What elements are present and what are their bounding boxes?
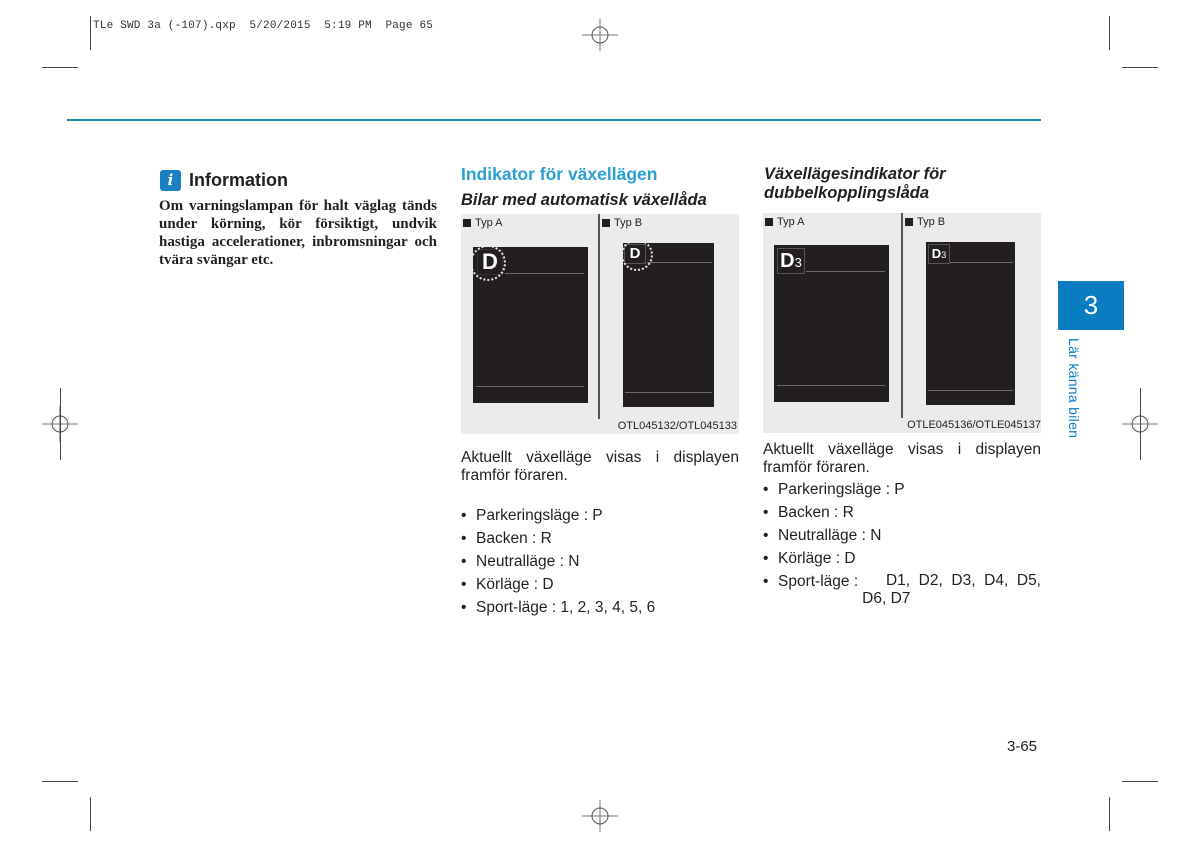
gear-list-automatic: Parkeringsläge : P Backen : R Neutralläg… [461, 504, 739, 619]
figure-label-typ-b: Typ B [905, 216, 945, 228]
display-line [625, 392, 712, 393]
info-icon: i [160, 170, 181, 191]
square-bullet-icon [463, 219, 471, 227]
list-item: Parkeringsläge : P [763, 478, 1041, 501]
list-item: Körläge : D [461, 573, 739, 596]
crop-mark [1122, 781, 1158, 782]
crop-mark [42, 67, 78, 68]
gear-list-dct: Parkeringsläge : P Backen : R Neutralläg… [763, 478, 1041, 608]
list-item: Neutralläge : N [763, 524, 1041, 547]
cluster-display-typ-b: D [621, 239, 714, 407]
square-bullet-icon [905, 218, 913, 226]
section-title: Indikator för växellägen [461, 164, 658, 184]
gear-number: 3 [941, 250, 947, 260]
info-body: Om varningslampan för halt väglag tänds … [159, 198, 437, 268]
list-item: Backen : R [763, 501, 1041, 524]
display-line [476, 386, 584, 387]
crop-mark [1122, 67, 1158, 68]
sport-label: Sport-läge : [778, 573, 859, 590]
figure-automatic: Typ A Typ B D D OTL045132/OTL045133 [461, 214, 739, 434]
subsection-title-automatic: Bilar med automatisk växellåda [461, 191, 707, 209]
list-item: Sport-läge : 1, 2, 3, 4, 5, 6 [461, 596, 739, 619]
gear-indicator: D3 [928, 244, 950, 264]
registration-mark-icon [582, 19, 618, 51]
print-slug: TLe SWD 3a (-107).qxp 5/20/2015 5:19 PM … [93, 20, 434, 32]
paragraph-dct: Aktuellt växelläge visas i displayen fra… [763, 441, 1041, 476]
cluster-display-typ-a: D3 [774, 245, 889, 402]
crop-mark [1140, 388, 1141, 460]
figure-label-typ-a: Typ A [765, 216, 805, 228]
highlight-ring [470, 245, 506, 281]
crop-mark [42, 781, 78, 782]
subsection-title-dct: Växellägesindikator för dubbelkopplingsl… [764, 165, 946, 203]
info-title: Information [189, 170, 288, 190]
cluster-display-typ-b: D3 [926, 242, 1015, 405]
typ-b-text: Typ B [614, 217, 643, 229]
crop-mark [60, 388, 61, 460]
cluster-display-typ-a: D [470, 245, 588, 403]
gear-indicator: D3 [777, 248, 805, 274]
crop-mark [1109, 16, 1110, 50]
display-line [647, 262, 712, 263]
gear-letter: D [931, 246, 942, 261]
figure-dct: Typ A Typ B D3 D3 OTLE045136/OTLE045137 [763, 213, 1041, 433]
header-rule [67, 119, 1041, 121]
gear-number: 3 [794, 255, 802, 270]
display-line [505, 273, 584, 274]
list-item: Neutralläge : N [461, 550, 739, 573]
display-line [928, 390, 1013, 391]
figure-divider [901, 213, 903, 418]
chapter-tab[interactable]: 3 [1058, 281, 1124, 330]
display-line [950, 262, 1013, 263]
display-line [806, 271, 885, 272]
gear-letter: D [780, 250, 795, 272]
sport-values: D1, D2, D3, D4, D5, D6, D7 [862, 570, 1041, 608]
list-item: Körläge : D [763, 547, 1041, 570]
typ-b-text: Typ B [917, 216, 946, 228]
chapter-label: Lär känna bilen [1066, 338, 1082, 439]
info-heading: i Information [160, 170, 288, 191]
figure-label-typ-b: Typ B [602, 217, 642, 229]
crop-mark [90, 797, 91, 831]
square-bullet-icon [765, 218, 773, 226]
highlight-ring [621, 239, 653, 271]
list-item: Sport-läge : D1, D2, D3, D4, D5, D6, D7 [763, 570, 1041, 608]
square-bullet-icon [602, 219, 610, 227]
list-item: Backen : R [461, 527, 739, 550]
figure-code: OTLE045136/OTLE045137 [907, 419, 1041, 431]
figure-label-typ-a: Typ A [463, 217, 503, 229]
registration-mark-icon [582, 800, 618, 832]
figure-divider [598, 214, 600, 419]
typ-a-text: Typ A [777, 216, 805, 228]
sport-values-line: D6, D7 [862, 590, 911, 607]
figure-code: OTL045132/OTL045133 [617, 420, 737, 432]
subtitle-line: dubbelkopplingslåda [764, 184, 930, 202]
typ-a-text: Typ A [475, 217, 503, 229]
display-line [777, 385, 885, 386]
crop-mark [1109, 797, 1110, 831]
page-number: 3-65 [1007, 738, 1038, 755]
crop-mark [90, 16, 91, 50]
paragraph-automatic: Aktuellt växelläge visas i displayen fra… [461, 449, 739, 484]
subtitle-line: Växellägesindikator för [764, 165, 946, 183]
list-item: Parkeringsläge : P [461, 504, 739, 527]
sport-values-line: D1, D2, D3, D4, D5, [885, 572, 1041, 589]
